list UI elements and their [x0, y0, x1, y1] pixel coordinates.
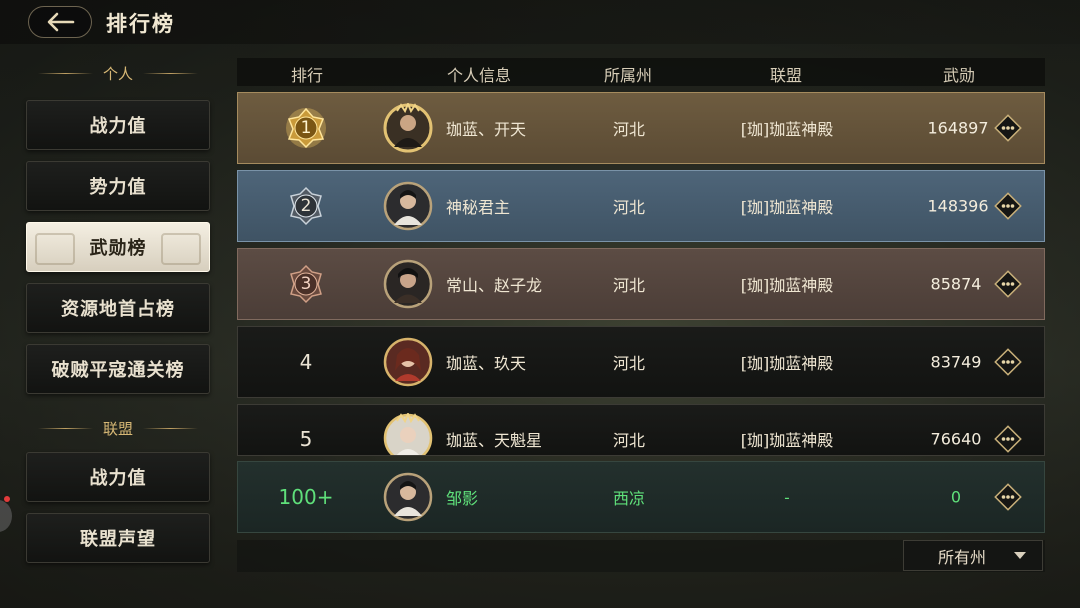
- rank-value: 2: [300, 196, 312, 216]
- column-header-player-info: 个人信息: [446, 66, 512, 85]
- self-avatar[interactable]: [383, 472, 433, 522]
- player-name: 常山、赵子龙: [446, 276, 543, 295]
- more-options-icon[interactable]: [993, 113, 1023, 143]
- avatar[interactable]: [383, 259, 433, 309]
- sidebar-item-label: 势力值: [89, 177, 147, 198]
- more-options-icon[interactable]: [993, 191, 1023, 221]
- player-state: 河北: [612, 431, 646, 450]
- sidebar-item-bandit-clear[interactable]: 破贼平寇通关榜: [26, 344, 210, 394]
- sidebar-item-label: 战力值: [89, 468, 147, 489]
- rank-value: 3: [300, 274, 312, 294]
- sidebar-item-combat-power[interactable]: 战力值: [26, 100, 210, 150]
- sidebar-item-label: 破贼平寇通关榜: [51, 360, 185, 381]
- avatar[interactable]: [383, 103, 433, 153]
- sidebar-item-influence[interactable]: 势力值: [26, 161, 210, 211]
- table-header: 排行 个人信息 所属州 联盟 武勋: [237, 58, 1045, 86]
- avatar[interactable]: [383, 413, 433, 456]
- state-filter-value: 所有州: [938, 547, 987, 567]
- back-arrow-icon: [47, 12, 75, 32]
- merit-value: 148396: [927, 196, 989, 216]
- sidebar-item-label: 联盟声望: [80, 529, 156, 550]
- more-options-icon[interactable]: [993, 482, 1023, 512]
- alliance-section-label: 联盟: [103, 419, 134, 438]
- merit-value: 85874: [930, 274, 982, 294]
- personal-section-label: 个人: [103, 64, 134, 83]
- avatar[interactable]: [383, 181, 433, 231]
- state-filter-dropdown[interactable]: 所有州: [903, 540, 1043, 571]
- player-alliance: [珈]珈蓝神殿: [740, 120, 834, 139]
- self-player-state: 西凉: [612, 489, 646, 508]
- personal-section-header: 个人: [28, 61, 208, 85]
- merit-value: 164897: [927, 118, 989, 138]
- self-merit-value: 0: [950, 487, 962, 507]
- column-header-state: 所属州: [603, 66, 653, 85]
- page-title: 排行榜: [106, 11, 175, 36]
- table-row[interactable]: 5 珈蓝、天魁星 河北 [珈]珈蓝神殿 76640: [237, 404, 1045, 456]
- player-name: 神秘君主: [446, 198, 511, 217]
- sidebar-item-alliance-power[interactable]: 战力值: [26, 452, 210, 502]
- player-state: 河北: [612, 120, 646, 139]
- rank-value: 1: [300, 118, 312, 138]
- more-options-icon[interactable]: [993, 347, 1023, 377]
- table-row[interactable]: 3 常山、赵子龙 河北 [珈]珈蓝神殿 85874: [237, 248, 1045, 320]
- more-options-icon[interactable]: [993, 424, 1023, 454]
- player-alliance: [珈]珈蓝神殿: [740, 198, 834, 217]
- merit-value: 76640: [930, 429, 982, 449]
- column-header-alliance: 联盟: [769, 66, 803, 85]
- sidebar-item-alliance-prestige[interactable]: 联盟声望: [26, 513, 210, 563]
- player-state: 河北: [612, 276, 646, 295]
- column-header-merit: 武勋: [942, 66, 976, 85]
- back-button[interactable]: [28, 6, 92, 38]
- chevron-down-icon: [1014, 552, 1026, 559]
- avatar[interactable]: [383, 337, 433, 387]
- sidebar-item-label: 武勋榜: [89, 238, 147, 259]
- column-header-rank: 排行: [290, 66, 324, 85]
- rank-value: 4: [299, 350, 313, 374]
- player-alliance: [珈]珈蓝神殿: [740, 431, 834, 450]
- self-rank-row[interactable]: 100+ 邹影 西凉 - 0: [237, 461, 1045, 533]
- self-player-name: 邹影: [446, 489, 479, 508]
- sidebar-item-label: 资源地首占榜: [61, 299, 175, 320]
- sidebar-item-resource-first-capture[interactable]: 资源地首占榜: [26, 283, 210, 333]
- sidebar-item-merit-ranking[interactable]: 武勋榜: [26, 222, 210, 272]
- player-state: 河北: [612, 198, 646, 217]
- more-options-icon[interactable]: [993, 269, 1023, 299]
- player-name: 珈蓝、玖天: [446, 354, 527, 373]
- player-name: 珈蓝、天魁星: [446, 431, 543, 450]
- alliance-section-header: 联盟: [28, 416, 208, 440]
- merit-value: 83749: [930, 352, 982, 372]
- player-name: 珈蓝、开天: [446, 120, 527, 139]
- player-alliance: [珈]珈蓝神殿: [740, 354, 834, 373]
- rank-value: 5: [299, 427, 313, 451]
- table-row[interactable]: 2 神秘君主 河北 [珈]珈蓝神殿 148396: [237, 170, 1045, 242]
- self-rank-value: 100+: [278, 485, 334, 509]
- sidebar-item-label: 战力值: [89, 116, 147, 137]
- player-state: 河北: [612, 354, 646, 373]
- notification-dot: [4, 496, 10, 502]
- self-player-alliance: -: [784, 487, 790, 507]
- table-row[interactable]: 1 珈蓝、开天 河北 [珈]珈蓝神殿 164897: [237, 92, 1045, 164]
- table-row[interactable]: 4 珈蓝、玖天 河北 [珈]珈蓝神殿 83749: [237, 326, 1045, 398]
- player-alliance: [珈]珈蓝神殿: [740, 276, 834, 295]
